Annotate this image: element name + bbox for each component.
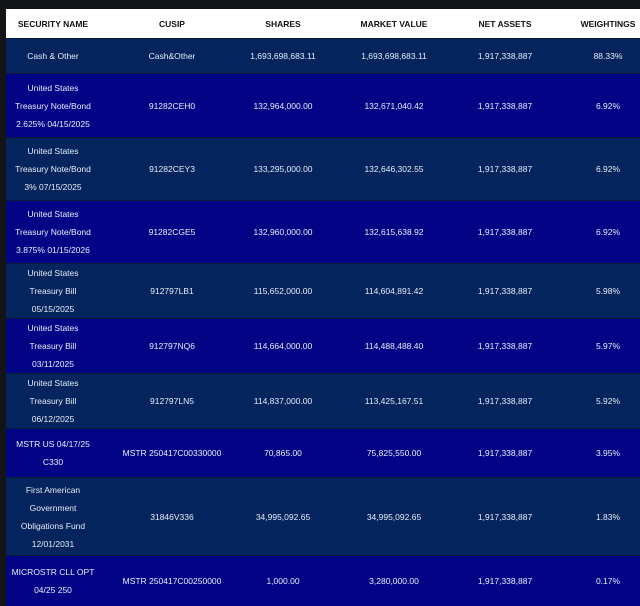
cell-weighting: 88.33% xyxy=(544,38,640,74)
cell-market-value: 114,488,488.40 xyxy=(322,318,466,374)
cell-cusip: 912797LN5 xyxy=(100,373,244,429)
cell-security-name: United States Treasury Bill 06/12/2025 xyxy=(6,373,100,429)
cell-net-assets: 1,917,338,887 xyxy=(466,137,544,201)
cell-cusip: 912797NQ6 xyxy=(100,318,244,374)
table-row: United States Treasury Bill 06/12/2025 91… xyxy=(6,373,640,429)
cell-net-assets: 1,917,338,887 xyxy=(466,200,544,264)
cell-net-assets: 1,917,338,887 xyxy=(466,373,544,429)
cell-weighting: 3.95% xyxy=(544,428,640,478)
cell-security-name: Cash & Other xyxy=(6,38,100,74)
cell-market-value: 75,825,550.00 xyxy=(322,428,466,478)
cell-weighting: 1.83% xyxy=(544,477,640,556)
table-row: United States Treasury Note/Bond 3.875% … xyxy=(6,200,640,264)
table-row: United States Treasury Note/Bond 2.625% … xyxy=(6,73,640,138)
cell-cusip: 91282CGE5 xyxy=(100,200,244,264)
holdings-table: SECURITY NAME CUSIP SHARES MARKET VALUE … xyxy=(6,9,640,606)
cell-shares: 132,964,000.00 xyxy=(244,73,322,138)
table-row: First American Government Obligations Fu… xyxy=(6,477,640,556)
cell-shares: 34,995,092.65 xyxy=(244,477,322,556)
cell-security-name: MICROSTR CLL OPT 04/25 250 xyxy=(6,555,100,606)
cell-net-assets: 1,917,338,887 xyxy=(466,318,544,374)
cell-net-assets: 1,917,338,887 xyxy=(466,477,544,556)
cell-market-value: 132,615,638.92 xyxy=(322,200,466,264)
cell-market-value: 1,693,698,683.11 xyxy=(322,38,466,74)
holdings-table-container: SECURITY NAME CUSIP SHARES MARKET VALUE … xyxy=(6,9,640,606)
cell-weighting: 6.92% xyxy=(544,200,640,264)
header-cusip[interactable]: CUSIP xyxy=(100,9,244,39)
cell-shares: 114,664,000.00 xyxy=(244,318,322,374)
cell-security-name: United States Treasury Bill 05/15/2025 xyxy=(6,263,100,319)
header-net-assets[interactable]: NET ASSETS xyxy=(466,9,544,39)
cell-weighting: 6.92% xyxy=(544,137,640,201)
table-row: United States Treasury Bill 03/11/2025 91… xyxy=(6,318,640,374)
cell-net-assets: 1,917,338,887 xyxy=(466,428,544,478)
cell-net-assets: 1,917,338,887 xyxy=(466,555,544,606)
cell-shares: 70,865.00 xyxy=(244,428,322,478)
cell-cusip: 91282CEH0 xyxy=(100,73,244,138)
cell-shares: 114,837,000.00 xyxy=(244,373,322,429)
cell-weighting: 6.92% xyxy=(544,73,640,138)
cell-cusip: Cash&Other xyxy=(100,38,244,74)
cell-shares: 1,693,698,683.11 xyxy=(244,38,322,74)
header-shares[interactable]: SHARES xyxy=(244,9,322,39)
cell-security-name: United States Treasury Note/Bond 3% 07/1… xyxy=(6,137,100,201)
cell-shares: 115,652,000.00 xyxy=(244,263,322,319)
cell-weighting: 0.17% xyxy=(544,555,640,606)
cell-net-assets: 1,917,338,887 xyxy=(466,263,544,319)
cell-weighting: 5.92% xyxy=(544,373,640,429)
cell-shares: 1,000.00 xyxy=(244,555,322,606)
cell-security-name: First American Government Obligations Fu… xyxy=(6,477,100,556)
cell-market-value: 34,995,092.65 xyxy=(322,477,466,556)
cell-cusip: 912797LB1 xyxy=(100,263,244,319)
table-row: United States Treasury Note/Bond 3% 07/1… xyxy=(6,137,640,201)
cell-weighting: 5.98% xyxy=(544,263,640,319)
cell-cusip: MSTR 250417C00330000 xyxy=(100,428,244,478)
cell-cusip: MSTR 250417C00250000 xyxy=(100,555,244,606)
cell-market-value: 114,604,891.42 xyxy=(322,263,466,319)
table-row: MSTR US 04/17/25 C330 MSTR 250417C0033000… xyxy=(6,428,640,478)
cell-weighting: 5.97% xyxy=(544,318,640,374)
cell-cusip: 91282CEY3 xyxy=(100,137,244,201)
cell-security-name: United States Treasury Note/Bond 2.625% … xyxy=(6,73,100,138)
cell-net-assets: 1,917,338,887 xyxy=(466,38,544,74)
cell-security-name: MSTR US 04/17/25 C330 xyxy=(6,428,100,478)
table-row: United States Treasury Bill 05/15/2025 91… xyxy=(6,263,640,319)
cell-market-value: 132,671,040.42 xyxy=(322,73,466,138)
cell-security-name: United States Treasury Note/Bond 3.875% … xyxy=(6,200,100,264)
header-weightings[interactable]: WEIGHTINGS xyxy=(544,9,640,39)
table-header-row: SECURITY NAME CUSIP SHARES MARKET VALUE … xyxy=(6,9,640,39)
header-market-value[interactable]: MARKET VALUE xyxy=(322,9,466,39)
table-row: Cash & Other Cash&Other 1,693,698,683.11 1,… xyxy=(6,38,640,74)
cell-shares: 133,295,000.00 xyxy=(244,137,322,201)
cell-net-assets: 1,917,338,887 xyxy=(466,73,544,138)
cell-market-value: 132,646,302.55 xyxy=(322,137,466,201)
cell-market-value: 113,425,167.51 xyxy=(322,373,466,429)
cell-cusip: 31846V336 xyxy=(100,477,244,556)
cell-security-name: United States Treasury Bill 03/11/2025 xyxy=(6,318,100,374)
table-row: MICROSTR CLL OPT 04/25 250 MSTR 250417C00… xyxy=(6,555,640,606)
cell-market-value: 3,280,000.00 xyxy=(322,555,466,606)
header-security-name[interactable]: SECURITY NAME xyxy=(6,9,100,39)
cell-shares: 132,960,000.00 xyxy=(244,200,322,264)
